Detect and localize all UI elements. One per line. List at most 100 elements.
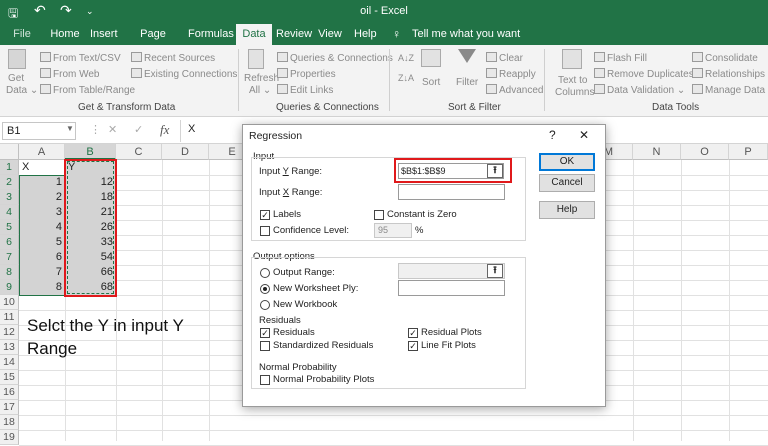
gridline (209, 160, 210, 441)
column-header-b[interactable]: B (65, 144, 116, 160)
tab-file[interactable]: File (8, 24, 36, 45)
row-header-11[interactable]: 11 (0, 310, 19, 325)
ok-button[interactable]: OK (539, 153, 595, 171)
manage-data-model-button[interactable]: Manage Data M (692, 84, 768, 96)
get-data-label-2[interactable]: Data ⌄ (6, 85, 38, 96)
name-box-dropdown-icon[interactable]: ▼ (66, 124, 74, 133)
from-table-button[interactable]: From Table/Range (40, 84, 135, 96)
recent-sources-button[interactable]: Recent Sources (131, 52, 215, 64)
flash-fill-button[interactable]: Flash Fill (594, 52, 647, 64)
tab-page-layout[interactable]: Page Layout (124, 24, 182, 61)
remove-duplicates-button[interactable]: Remove Duplicates (594, 68, 694, 80)
properties-button[interactable]: Properties (277, 68, 336, 80)
clear-button[interactable]: Clear (486, 52, 523, 64)
residuals-checkbox[interactable]: ✓ (260, 328, 270, 338)
from-web-button[interactable]: From Web (40, 68, 100, 80)
existing-connections-button[interactable]: Existing Connections (131, 68, 237, 80)
refresh-label-1[interactable]: Refresh (244, 73, 279, 84)
select-all-corner[interactable] (0, 144, 19, 160)
row-header-18[interactable]: 18 (0, 415, 19, 430)
row-header-17[interactable]: 17 (0, 400, 19, 415)
column-header-n[interactable]: N (633, 144, 681, 160)
queries-connections-button[interactable]: Queries & Connections (277, 52, 393, 64)
gridline (19, 415, 768, 416)
column-header-d[interactable]: D (162, 144, 209, 160)
from-text-button[interactable]: From Text/CSV (40, 52, 121, 64)
row-header-12[interactable]: 12 (0, 325, 19, 340)
get-data-label-1[interactable]: Get (8, 73, 24, 84)
row-header-1[interactable]: 1 (0, 160, 19, 175)
tab-insert[interactable]: Insert (88, 24, 118, 45)
group-divider (389, 49, 390, 111)
input-x-range-field[interactable] (398, 184, 505, 200)
row-header-10[interactable]: 10 (0, 295, 19, 310)
row-header-7[interactable]: 7 (0, 250, 19, 265)
new-workbook-label: New Workbook (273, 299, 338, 310)
tab-view[interactable]: View (316, 24, 344, 45)
reapply-button[interactable]: Reapply (486, 68, 536, 80)
row-header-16[interactable]: 16 (0, 385, 19, 400)
edit-links-button[interactable]: Edit Links (277, 84, 333, 96)
output-range-collapse-button[interactable]: ⭱ (487, 264, 503, 278)
filter-button[interactable]: Filter (456, 77, 478, 88)
sort-button[interactable]: Sort (422, 77, 440, 88)
refresh-label-2[interactable]: All ⌄ (249, 85, 271, 96)
row-header-9[interactable]: 9 (0, 280, 19, 295)
name-box[interactable]: B1 (2, 122, 76, 140)
row-header-8[interactable]: 8 (0, 265, 19, 280)
residual-plots-checkbox[interactable]: ✓ (408, 328, 418, 338)
text-to-columns-label-2[interactable]: Columns (555, 87, 594, 98)
cell-a1[interactable]: X (19, 160, 65, 175)
help-icon[interactable]: ? (549, 128, 556, 142)
row-header-19[interactable]: 19 (0, 430, 19, 445)
data-validation-button[interactable]: Data Validation ⌄ (594, 84, 685, 96)
column-header-o[interactable]: O (681, 144, 729, 160)
line-fit-checkbox[interactable]: ✓ (408, 341, 418, 351)
confidence-level-field[interactable]: 95 (374, 223, 412, 238)
enter-icon[interactable]: ✓ (134, 123, 143, 136)
row-header-2[interactable]: 2 (0, 175, 19, 190)
output-range-radio[interactable] (260, 268, 270, 278)
consolidate-button[interactable]: Consolidate (692, 52, 758, 64)
help-button[interactable]: Help (539, 201, 595, 219)
constant-zero-checkbox[interactable] (374, 210, 384, 220)
advanced-button[interactable]: Advanced (486, 84, 543, 96)
tell-me-search[interactable]: Tell me what you want to do (410, 24, 530, 61)
relationships-button[interactable]: Relationships (692, 68, 765, 80)
tab-help[interactable]: Help (352, 24, 378, 45)
column-header-a[interactable]: A (19, 144, 65, 160)
insert-function-icon[interactable]: fx (160, 122, 169, 138)
cancel-button[interactable]: Cancel (539, 174, 595, 192)
tab-data[interactable]: Data (236, 24, 272, 45)
normal-prob-checkbox[interactable] (260, 375, 270, 385)
row-header-4[interactable]: 4 (0, 205, 19, 220)
tab-review[interactable]: Review (274, 24, 312, 45)
new-workbook-radio[interactable] (260, 300, 270, 310)
std-residuals-checkbox[interactable] (260, 341, 270, 351)
new-worksheet-name-field[interactable] (398, 280, 505, 296)
row-header-13[interactable]: 13 (0, 340, 19, 355)
regression-dialog[interactable]: Regression ? ✕ Input Input Y Range: $B$1… (242, 124, 606, 407)
close-icon[interactable]: ✕ (579, 128, 589, 142)
confidence-checkbox[interactable] (260, 226, 270, 236)
new-worksheet-label: New Worksheet Ply: (273, 283, 359, 294)
row-header-14[interactable]: 14 (0, 355, 19, 370)
formula-input[interactable]: X (188, 123, 195, 135)
column-header-c[interactable]: C (116, 144, 162, 160)
sort-za-icon[interactable]: Z↓A (398, 73, 414, 83)
text-to-columns-label-1[interactable]: Text to (558, 75, 587, 86)
remove-duplicates-icon (594, 68, 605, 78)
row-header-3[interactable]: 3 (0, 190, 19, 205)
tab-formulas[interactable]: Formulas (186, 24, 234, 45)
cancel-entry-icon[interactable]: ✕ (108, 123, 117, 136)
column-header-p[interactable]: P (729, 144, 768, 160)
sort-az-icon[interactable]: A↓Z (398, 53, 414, 63)
refresh-icon (248, 49, 264, 69)
labels-checkbox[interactable]: ✓ (260, 210, 270, 220)
queries-icon (277, 52, 288, 62)
row-header-5[interactable]: 5 (0, 220, 19, 235)
row-header-6[interactable]: 6 (0, 235, 19, 250)
tab-home[interactable]: Home (46, 24, 84, 45)
row-header-15[interactable]: 15 (0, 370, 19, 385)
new-worksheet-radio[interactable] (260, 284, 270, 294)
